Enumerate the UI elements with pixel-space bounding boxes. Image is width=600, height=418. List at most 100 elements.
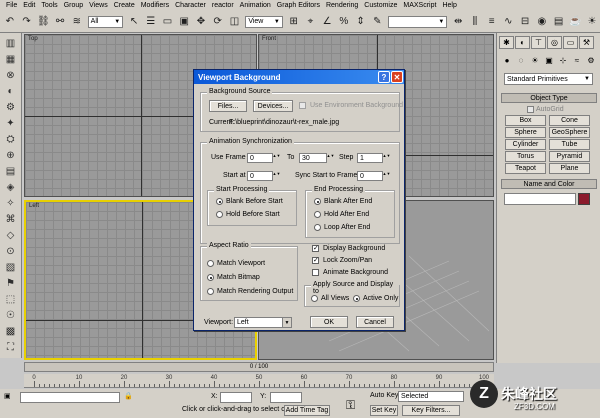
menu-tools[interactable]: Tools xyxy=(38,0,60,11)
time-slider[interactable]: 0 / 100 xyxy=(24,362,494,372)
reactor-tool-icon[interactable]: ⊗ xyxy=(3,68,19,83)
reactor-tool-icon[interactable]: ✧ xyxy=(3,196,19,211)
scale-icon[interactable]: ◫ xyxy=(227,14,243,30)
menu-graph-editors[interactable]: Graph Editors xyxy=(274,0,323,11)
systems-icon[interactable]: ⚙ xyxy=(585,54,597,66)
x-coordinate-field[interactable] xyxy=(220,392,252,403)
pyramid-button[interactable]: Pyramid xyxy=(549,151,590,162)
match-rendering-output-radio[interactable] xyxy=(207,288,214,295)
spacewarps-icon[interactable]: ≈ xyxy=(571,54,583,66)
reactor-tool-icon[interactable]: ☉ xyxy=(3,308,19,323)
key-icon[interactable]: ⚿ xyxy=(346,398,355,413)
devices-button[interactable]: Devices... xyxy=(253,100,293,112)
window-crossing-icon[interactable]: ▣ xyxy=(176,14,192,30)
use-environment-checkbox[interactable] xyxy=(299,102,306,109)
reactor-tool-icon[interactable]: ⊕ xyxy=(3,148,19,163)
viewport-label[interactable]: Top xyxy=(28,36,38,42)
create-tab-icon[interactable]: ✱ xyxy=(499,36,514,49)
menu-rendering[interactable]: Rendering xyxy=(323,0,361,11)
match-bitmap-radio[interactable] xyxy=(207,274,214,281)
menu-maxscript[interactable]: MAXScript xyxy=(400,0,439,11)
render-setup-icon[interactable]: ▤ xyxy=(551,14,567,30)
named-selection-icon[interactable]: ✎ xyxy=(369,14,385,30)
lights-icon[interactable]: ☀ xyxy=(529,54,541,66)
spinner-arrows-icon[interactable]: ▲▼ xyxy=(327,153,335,163)
reactor-tool-icon[interactable]: ⌘ xyxy=(3,212,19,227)
menu-help[interactable]: Help xyxy=(439,0,459,11)
menu-group[interactable]: Group xyxy=(61,0,86,11)
lock-selection-icon[interactable]: 🔒 xyxy=(124,392,133,400)
y-coordinate-field[interactable] xyxy=(270,392,302,403)
spinner-arrows-icon[interactable]: ▲▼ xyxy=(273,153,281,163)
help-button[interactable]: ? xyxy=(378,71,390,83)
auto-key-button[interactable]: Auto Key xyxy=(370,392,398,399)
align-icon[interactable]: ⫼ xyxy=(467,14,483,30)
autogrid-checkbox[interactable] xyxy=(527,106,534,113)
reactor-tool-icon[interactable]: ⛶ xyxy=(3,340,19,355)
rotate-icon[interactable]: ⟳ xyxy=(210,14,226,30)
spinner-snap-icon[interactable]: ⇕ xyxy=(353,14,369,30)
object-color-swatch[interactable] xyxy=(578,193,590,205)
blank-after-end-radio[interactable] xyxy=(314,198,321,205)
box-button[interactable]: Box xyxy=(505,115,546,126)
menu-animation[interactable]: Animation xyxy=(237,0,274,11)
start-at-spinner[interactable]: 0 xyxy=(247,171,273,181)
reactor-tool-icon[interactable]: ▥ xyxy=(3,36,19,51)
blank-before-start-radio[interactable] xyxy=(216,198,223,205)
reactor-tool-icon[interactable]: ◇ xyxy=(3,228,19,243)
link-icon[interactable]: ⛓ xyxy=(35,14,51,30)
track-bar[interactable]: 0 10 20 30 40 50 60 70 80 90 100 xyxy=(24,374,494,388)
helpers-icon[interactable]: ⊹ xyxy=(557,54,569,66)
max-listener-icon[interactable]: ▣ xyxy=(4,392,11,400)
animate-background-checkbox[interactable] xyxy=(312,269,319,276)
hold-after-end-radio[interactable] xyxy=(314,211,321,218)
select-by-name-icon[interactable]: ☰ xyxy=(143,14,159,30)
reactor-tool-icon[interactable]: ⬚ xyxy=(3,292,19,307)
object-type-rollout[interactable]: Object Type xyxy=(501,93,597,103)
menu-customize[interactable]: Customize xyxy=(361,0,400,11)
viewport-label[interactable]: Left xyxy=(29,203,39,209)
reactor-tool-icon[interactable]: ✦ xyxy=(3,116,19,131)
active-only-radio[interactable] xyxy=(353,295,360,302)
cylinder-button[interactable]: Cylinder xyxy=(505,139,546,150)
geometry-icon[interactable]: ● xyxy=(501,54,513,66)
plane-button[interactable]: Plane xyxy=(549,163,590,174)
menu-create[interactable]: Create xyxy=(111,0,138,11)
cameras-icon[interactable]: ▣ xyxy=(543,54,555,66)
sphere-button[interactable]: Sphere xyxy=(505,127,546,138)
menu-reactor[interactable]: reactor xyxy=(209,0,237,11)
hold-before-start-radio[interactable] xyxy=(216,211,223,218)
named-selection-sets-dropdown[interactable]: ▼ xyxy=(388,15,448,28)
hierarchy-tab-icon[interactable]: ⊤ xyxy=(531,36,546,49)
step-spinner[interactable]: 1 xyxy=(357,153,383,163)
render-icon[interactable]: ☕ xyxy=(567,14,583,30)
bind-spacewarp-icon[interactable]: ≋ xyxy=(69,14,85,30)
reactor-tool-icon[interactable]: ⚙ xyxy=(3,100,19,115)
name-and-color-rollout[interactable]: Name and Color xyxy=(501,179,597,189)
files-button[interactable]: Files... xyxy=(209,100,247,112)
all-views-radio[interactable] xyxy=(311,295,318,302)
match-viewport-radio[interactable] xyxy=(207,260,214,267)
reactor-tool-icon[interactable]: ⚑ xyxy=(3,276,19,291)
spinner-arrows-icon[interactable]: ▲▼ xyxy=(273,171,281,181)
to-frame-spinner[interactable]: 30 xyxy=(299,153,327,163)
tube-button[interactable]: Tube xyxy=(549,139,590,150)
torus-button[interactable]: Torus xyxy=(505,151,546,162)
cone-button[interactable]: Cone xyxy=(549,115,590,126)
cancel-button[interactable]: Cancel xyxy=(356,316,394,328)
modify-tab-icon[interactable]: ◐ xyxy=(515,36,530,49)
quick-render-icon[interactable]: ☀ xyxy=(584,14,600,30)
angle-snap-icon[interactable]: ∠ xyxy=(319,14,335,30)
reactor-tool-icon[interactable]: ⛭ xyxy=(3,132,19,147)
percent-snap-icon[interactable]: % xyxy=(336,14,352,30)
display-background-checkbox[interactable]: ✓ xyxy=(312,245,319,252)
sync-start-spinner[interactable]: 0 xyxy=(357,171,383,181)
menu-views[interactable]: Views xyxy=(86,0,111,11)
unlink-icon[interactable]: ⚯ xyxy=(52,14,68,30)
menu-character[interactable]: Character xyxy=(172,0,209,11)
redo-icon[interactable]: ↷ xyxy=(19,14,35,30)
viewport-label[interactable]: Front xyxy=(262,36,276,42)
primitive-category-dropdown[interactable]: Standard Primitives ▼ xyxy=(504,73,593,85)
motion-tab-icon[interactable]: ◎ xyxy=(547,36,562,49)
menu-modifiers[interactable]: Modifiers xyxy=(138,0,172,11)
